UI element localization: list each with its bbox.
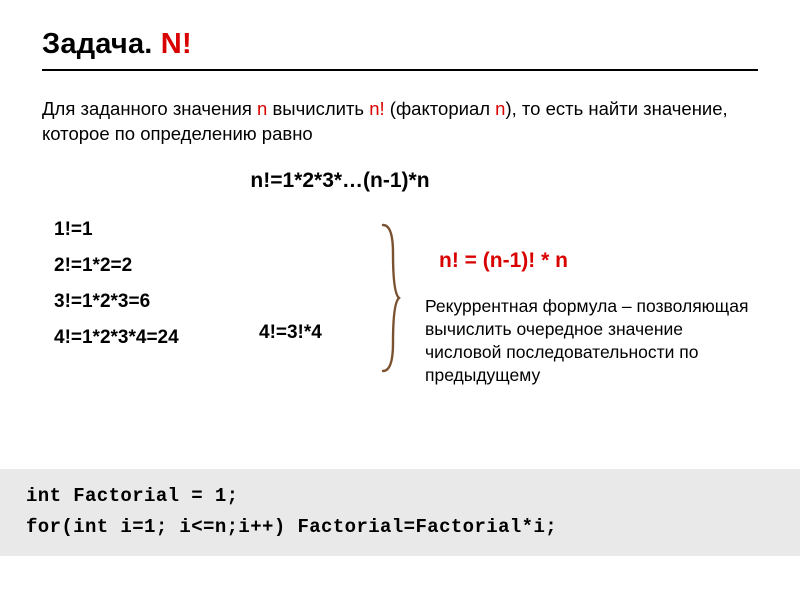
problem-n1: n	[257, 98, 267, 119]
recurrent-formula: n! = (n-1)! * n	[439, 249, 758, 273]
problem-n3: n	[495, 98, 505, 119]
problem-t1: Для заданного значения	[42, 98, 257, 119]
code-block: int Factorial = 1; for(int i=1; i<=n;i++…	[0, 469, 800, 556]
recurrent-description: Рекуррентная формула – позволяющая вычис…	[425, 295, 758, 387]
code-line: for(int i=1; i<=n;i++) Factorial=Factori…	[26, 512, 774, 542]
problem-n2: n!	[369, 98, 384, 119]
brace-icon	[379, 219, 405, 373]
code-line: int Factorial = 1;	[26, 481, 774, 511]
title-part2: N!	[161, 28, 192, 60]
factorial-step: 3!=1*2*3=6	[54, 291, 259, 313]
factorial-steps: 1!=1 2!=1*2=2 3!=1*2*3=6 4!=1*2*3*4=24	[42, 219, 259, 363]
factorial-step: 2!=1*2=2	[54, 255, 259, 277]
factorial-step-alt: 4!=3!*4	[259, 219, 379, 344]
factorial-step: 4!=1*2*3*4=24	[54, 327, 259, 349]
factorial-step: 1!=1	[54, 219, 259, 241]
factorial-definition: n!=1*2*3*…(n-1)*n	[42, 169, 758, 193]
problem-text: Для заданного значения n вычислить n! (ф…	[42, 97, 758, 147]
slide-title: Задача. N!	[42, 28, 758, 71]
title-part1: Задача.	[42, 28, 161, 60]
problem-t2: вычислить	[267, 98, 369, 119]
problem-t3: (факториал	[385, 98, 496, 119]
